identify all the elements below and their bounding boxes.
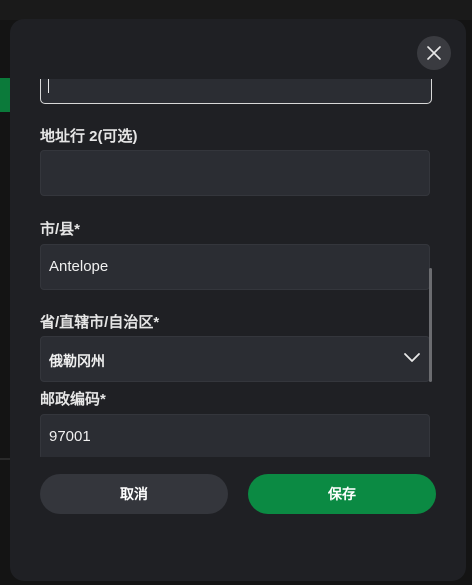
background-header	[0, 0, 472, 20]
background-divider	[0, 458, 10, 460]
city-label: 市/县*	[40, 221, 81, 238]
address-line2-input[interactable]	[40, 150, 430, 196]
state-value: 俄勒冈州	[49, 353, 105, 369]
state-select[interactable]: 俄勒冈州	[40, 336, 430, 382]
zip-label: 邮政编码*	[40, 391, 106, 408]
address-form: 地址行 2(可选) 市/县* Antelope 省/直辖市/自治区* 俄勒冈州 …	[40, 79, 432, 457]
zip-value: 97001	[49, 428, 91, 445]
state-label: 省/直辖市/自治区*	[40, 314, 160, 331]
close-icon	[427, 46, 441, 60]
chevron-down-icon	[404, 353, 420, 362]
save-button[interactable]: 保存	[248, 474, 436, 514]
form-scrollbar[interactable]	[429, 268, 432, 382]
close-button[interactable]	[417, 36, 451, 70]
city-input[interactable]: Antelope	[40, 244, 430, 290]
text-caret	[48, 79, 49, 93]
zip-input[interactable]: 97001	[40, 414, 430, 457]
address-line2-label: 地址行 2(可选)	[40, 128, 138, 145]
cancel-button[interactable]: 取消	[40, 474, 228, 514]
city-value: Antelope	[49, 258, 109, 275]
address-line1-input[interactable]	[40, 79, 432, 104]
background-accent	[0, 78, 10, 112]
